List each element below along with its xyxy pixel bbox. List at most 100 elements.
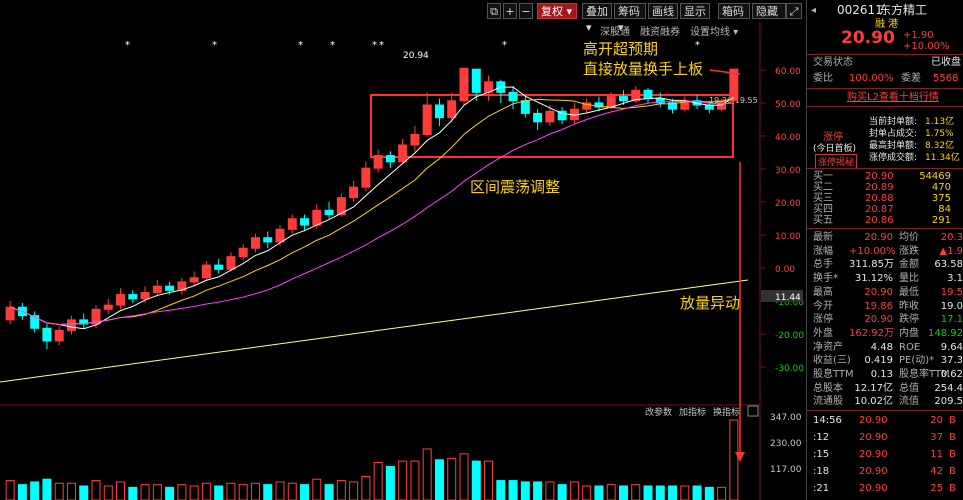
stat-label: 总股本	[813, 382, 843, 394]
volume-pane-button[interactable]: 换指标	[713, 406, 740, 418]
volume-axis-label: 347.00	[770, 413, 802, 423]
event-marker[interactable]: *	[212, 40, 217, 51]
order-price: 20.86	[865, 215, 894, 226]
scroll-left-icon[interactable]: ◂	[811, 4, 816, 17]
tick-price: 20.90	[859, 483, 888, 494]
price-change-pct: +10.00%	[903, 41, 950, 52]
event-marker[interactable]: *	[379, 40, 384, 51]
limit-row-value: 11.34亿	[925, 153, 960, 163]
candle-body	[398, 144, 408, 163]
candle-body	[643, 89, 653, 100]
toolbar-button-6[interactable]: 隐藏	[752, 3, 786, 19]
toolbar-button-5[interactable]: 箱码	[718, 3, 750, 19]
candle-body	[447, 100, 457, 119]
weibi-label: 委比	[813, 73, 833, 84]
stat-label: 今开	[813, 300, 833, 312]
peak-price-label: 20.94	[403, 51, 429, 61]
window-icon[interactable]: ⧉	[487, 3, 501, 19]
volume-bar	[324, 484, 334, 500]
zoom-in-icon[interactable]: +	[503, 3, 517, 19]
toolbar-button-0[interactable]: 复权 ▾	[537, 3, 577, 19]
event-marker[interactable]: *	[330, 40, 335, 51]
toolbar-button-1[interactable]: 叠加 ▾	[582, 3, 612, 34]
stat-value: 63.58	[934, 259, 963, 271]
candle-body	[226, 256, 236, 270]
tick-volume: 20	[930, 415, 943, 426]
stat-value: ▲1.9	[939, 245, 963, 257]
limit-row-label: 涨停成交额:	[869, 153, 918, 163]
kline-chart[interactable]: 60.0050.0040.0030.0020.0010.000.00-10.00…	[0, 22, 805, 500]
volume-bar	[692, 485, 702, 500]
stat-value: 254.4	[934, 382, 963, 394]
candle-body	[373, 155, 383, 169]
stat-label: ROE	[899, 341, 921, 353]
volume-bar	[385, 466, 395, 500]
volume-axis-label: 117.00	[770, 465, 802, 475]
annotation-high-open: 高开超预期	[583, 40, 659, 58]
tick-time: :18	[813, 466, 830, 477]
close-pane-icon[interactable]	[747, 405, 759, 417]
event-marker[interactable]: *	[298, 40, 303, 51]
stats-row: 最新 20.90 均价 20.3	[807, 231, 963, 244]
tick-price: 20.90	[859, 466, 888, 477]
volume-bar	[140, 484, 150, 500]
candle-body	[312, 209, 322, 226]
arrow-head	[735, 452, 745, 462]
volume-bar	[226, 482, 236, 500]
volume-bar	[250, 482, 260, 500]
l2-upsell-link[interactable]: 购买L2查看十档行情	[847, 91, 939, 104]
volume-pane-button[interactable]: 加指标	[679, 406, 706, 418]
tick-direction: B	[949, 466, 956, 477]
tick-direction: B	[949, 432, 956, 443]
stat-value: 20.90	[864, 286, 893, 298]
toolbar-button-4[interactable]: 显示	[680, 3, 710, 19]
volume-bar	[471, 460, 481, 500]
zoom-out-icon[interactable]: −	[519, 3, 533, 19]
volume-pane-button[interactable]: 改参数	[645, 406, 672, 418]
volume-bar	[214, 485, 224, 500]
volume-bar	[336, 480, 346, 500]
event-marker[interactable]: *	[502, 40, 507, 51]
tick-time: 14:56	[813, 415, 842, 426]
volume-bar	[422, 448, 432, 500]
toolbar-button-2[interactable]: 筹码 ▾	[614, 3, 646, 34]
volume-bar	[545, 481, 555, 500]
volume-bar	[79, 485, 89, 500]
candle-body	[103, 304, 113, 310]
stat-label: 昨收	[899, 300, 919, 312]
stat-label: 流通股	[813, 396, 843, 408]
volume-bar	[287, 482, 297, 500]
stat-label: 跌停	[899, 314, 919, 326]
price-axis-label: -20.00	[775, 331, 804, 341]
event-marker[interactable]: *	[695, 40, 700, 51]
event-marker[interactable]: *	[372, 40, 377, 51]
candle-body	[128, 294, 138, 300]
candle-body	[422, 104, 432, 135]
candle-body	[42, 327, 52, 342]
volume-bar	[569, 481, 579, 500]
tick-time: :15	[813, 449, 830, 460]
stat-value: 0.13	[870, 369, 893, 380]
event-marker[interactable]: *	[125, 40, 130, 51]
volume-bar	[349, 481, 359, 500]
weicha-label: 委差	[901, 73, 921, 84]
price-axis-label: 20.00	[775, 199, 801, 209]
stats-row: 收益(三) 0.419 PE(动)* 37.3	[807, 354, 963, 367]
volume-bar	[42, 478, 52, 500]
weibi-value: 100.00%	[849, 73, 894, 84]
candle-body	[189, 277, 199, 283]
candle-body	[201, 264, 211, 279]
toolbar-button-3[interactable]: 画线	[648, 3, 678, 19]
stat-value: +10.00%	[849, 245, 896, 257]
stat-label: 内盘	[899, 327, 919, 339]
volume-bar	[447, 457, 457, 500]
volume-bar	[668, 485, 678, 500]
volume-bar	[152, 484, 162, 500]
candle-body	[533, 112, 543, 123]
candle-body	[116, 294, 126, 306]
collapse-icon[interactable]: ⤢	[786, 3, 802, 19]
volume-bar	[177, 484, 187, 500]
tick-direction: B	[949, 449, 956, 460]
ma250-line	[0, 279, 749, 383]
price-axis-label: 0.00	[775, 265, 795, 275]
